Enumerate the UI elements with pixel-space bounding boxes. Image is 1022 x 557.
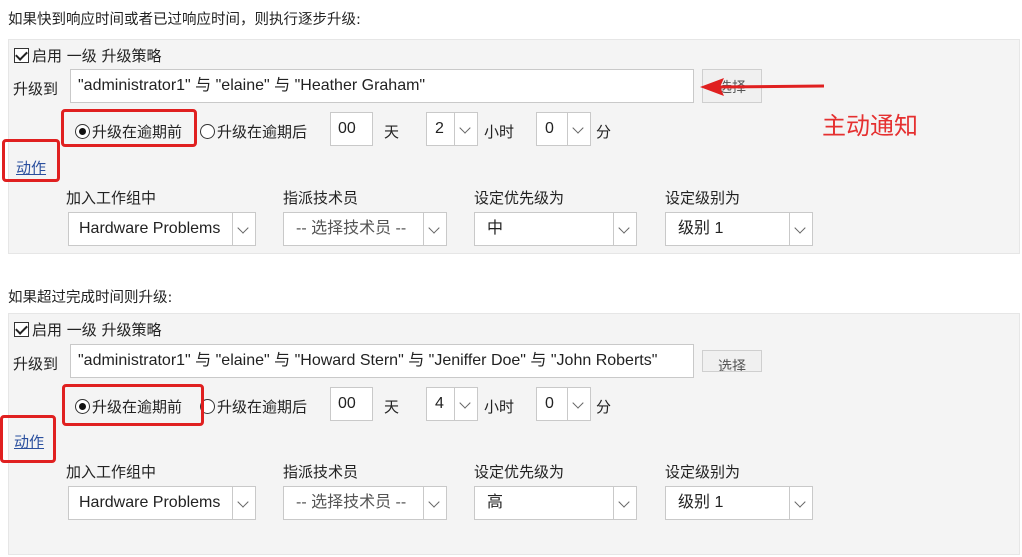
minutes-select-2[interactable]: 0: [536, 387, 591, 421]
chevron-down-icon[interactable]: [789, 487, 812, 519]
radio-selected-icon[interactable]: [75, 124, 90, 139]
chevron-down-icon[interactable]: [613, 213, 636, 245]
days-input-1[interactable]: 00: [330, 112, 373, 146]
radio-unselected-icon[interactable]: [200, 124, 215, 139]
action-link-1[interactable]: 动作: [16, 157, 46, 178]
radio-escalate-before-2[interactable]: 升级在逾期前: [75, 396, 182, 417]
technician-select-1[interactable]: -- 选择技术员 --: [283, 212, 447, 246]
days-input-2[interactable]: 00: [330, 387, 373, 421]
level-select-1[interactable]: 级别 1: [665, 212, 813, 246]
enable-escalation-label-1: 启用 一级 升级策略: [32, 47, 162, 65]
group-value-2: Hardware Problems: [79, 494, 221, 511]
chevron-down-icon[interactable]: [232, 213, 255, 245]
technician-label-2: 指派技术员: [283, 463, 359, 481]
hours-unit-1: 小时: [484, 123, 515, 141]
chevron-down-icon[interactable]: [454, 388, 477, 420]
hours-value-1: 2: [435, 120, 444, 137]
enable-escalation-label-2: 启用 一级 升级策略: [32, 321, 162, 339]
checkbox-checked-icon[interactable]: [14, 48, 29, 63]
level-label-2: 设定级别为: [665, 463, 741, 481]
chevron-down-icon[interactable]: [613, 487, 636, 519]
radio-escalate-after-1[interactable]: 升级在逾期后: [200, 121, 307, 142]
select-button-2[interactable]: 选择: [702, 350, 762, 372]
chevron-down-icon[interactable]: [423, 487, 446, 519]
chevron-down-icon[interactable]: [454, 113, 477, 145]
minutes-unit-2: 分: [596, 398, 612, 416]
hours-unit-2: 小时: [484, 398, 515, 416]
section1-heading: 如果快到响应时间或者已过响应时间，则执行逐步升级:: [8, 12, 361, 28]
red-arrow-icon: [700, 78, 825, 96]
group-label-1: 加入工作组中: [66, 189, 157, 207]
hours-select-2[interactable]: 4: [426, 387, 478, 421]
hours-select-1[interactable]: 2: [426, 112, 478, 146]
radio-escalate-after-label-1: 升级在逾期后: [217, 123, 308, 141]
minutes-unit-1: 分: [596, 123, 612, 141]
section2-heading: 如果超过完成时间则升级:: [8, 290, 173, 306]
priority-label-1: 设定优先级为: [474, 189, 565, 207]
radio-selected-icon[interactable]: [75, 399, 90, 414]
escalate-to-label-2: 升级到: [13, 355, 59, 373]
priority-select-1[interactable]: 中: [474, 212, 637, 246]
radio-escalate-before-label-2: 升级在逾期前: [92, 398, 183, 416]
priority-select-2[interactable]: 高: [474, 486, 637, 520]
chevron-down-icon[interactable]: [567, 113, 590, 145]
escalate-to-field-2[interactable]: "administrator1" 与 "elaine" 与 "Howard St…: [70, 344, 694, 378]
group-label-2: 加入工作组中: [66, 463, 157, 481]
enable-escalation-checkbox-1[interactable]: 启用 一级 升级策略: [14, 45, 162, 66]
group-select-1[interactable]: Hardware Problems: [68, 212, 256, 246]
radio-escalate-after-2[interactable]: 升级在逾期后: [200, 396, 307, 417]
days-unit-2: 天: [384, 398, 400, 416]
minutes-value-2: 0: [545, 395, 554, 412]
minutes-select-1[interactable]: 0: [536, 112, 591, 146]
action-link-2[interactable]: 动作: [14, 431, 44, 452]
radio-escalate-before-1[interactable]: 升级在逾期前: [75, 121, 182, 142]
level-value-1: 级别 1: [678, 220, 724, 237]
escalate-to-label-1: 升级到: [13, 80, 59, 98]
technician-label-1: 指派技术员: [283, 189, 359, 207]
chevron-down-icon[interactable]: [789, 213, 812, 245]
priority-value-1: 中: [487, 220, 504, 237]
chevron-down-icon[interactable]: [423, 213, 446, 245]
minutes-value-1: 0: [545, 120, 554, 137]
technician-select-2[interactable]: -- 选择技术员 --: [283, 486, 447, 520]
group-value-1: Hardware Problems: [79, 220, 221, 237]
proactive-notification-callout: 主动通知: [822, 112, 918, 140]
radio-escalate-after-label-2: 升级在逾期后: [217, 398, 308, 416]
escalate-to-field-1[interactable]: "administrator1" 与 "elaine" 与 "Heather G…: [70, 69, 694, 103]
chevron-down-icon[interactable]: [232, 487, 255, 519]
enable-escalation-checkbox-2[interactable]: 启用 一级 升级策略: [14, 319, 162, 340]
technician-value-2: -- 选择技术员 --: [296, 494, 407, 511]
priority-value-2: 高: [487, 494, 504, 511]
hours-value-2: 4: [435, 395, 444, 412]
priority-label-2: 设定优先级为: [474, 463, 565, 481]
chevron-down-icon[interactable]: [567, 388, 590, 420]
radio-escalate-before-label-1: 升级在逾期前: [92, 123, 183, 141]
group-select-2[interactable]: Hardware Problems: [68, 486, 256, 520]
days-unit-1: 天: [384, 123, 400, 141]
level-value-2: 级别 1: [678, 494, 724, 511]
checkbox-checked-icon[interactable]: [14, 322, 29, 337]
radio-unselected-icon[interactable]: [200, 399, 215, 414]
level-label-1: 设定级别为: [665, 189, 741, 207]
level-select-2[interactable]: 级别 1: [665, 486, 813, 520]
technician-value-1: -- 选择技术员 --: [296, 220, 407, 237]
